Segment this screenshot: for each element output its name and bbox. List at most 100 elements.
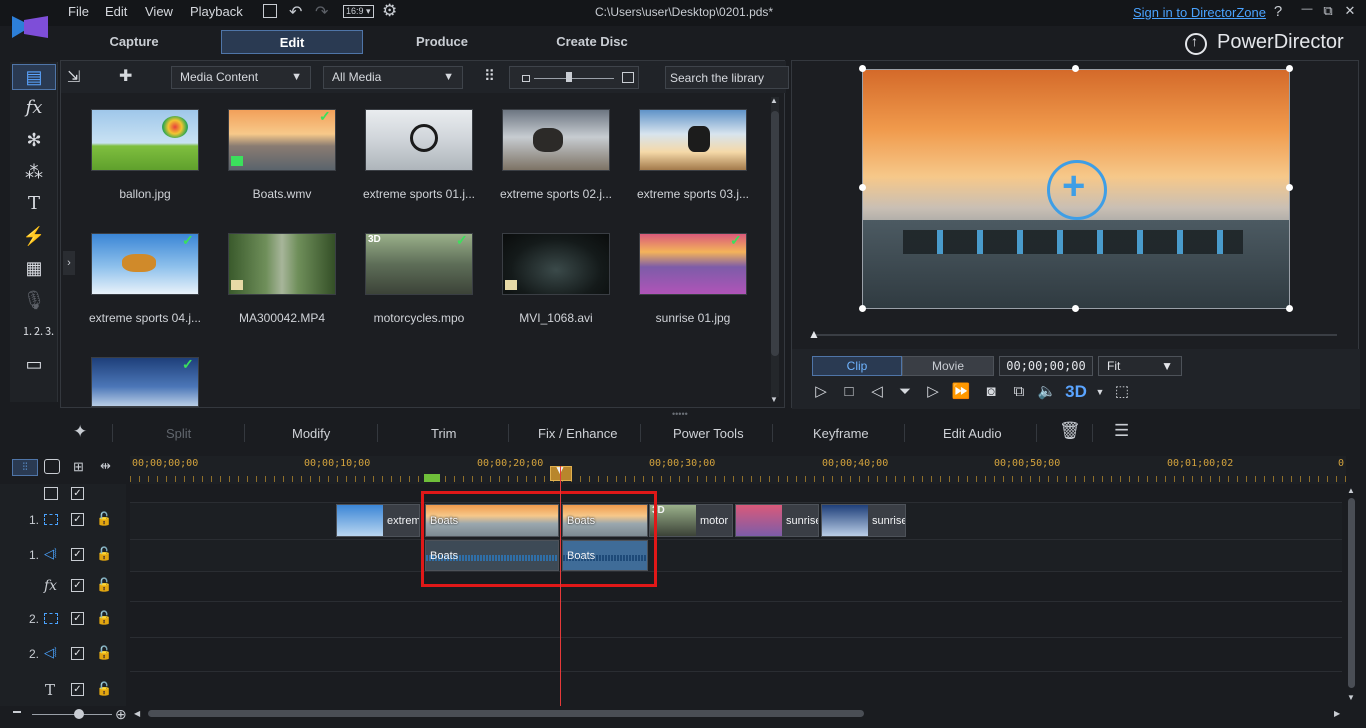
media-filter-dropdown[interactable]: All Media ▼ [323, 66, 463, 89]
expand-panel-button[interactable]: › [63, 251, 75, 275]
restore-button[interactable]: ⧉ [1318, 3, 1338, 19]
movie-mode-button[interactable]: Movie [902, 356, 994, 376]
split-button[interactable]: Split [166, 426, 191, 441]
lock-icon[interactable]: 🔓 [96, 645, 112, 661]
media-thumb-sunrise-01[interactable]: ✓ [639, 232, 747, 295]
view-mode-grid-icon[interactable]: ⠿ [484, 67, 495, 85]
chapter-room-icon[interactable]: ⒈⒉⒊ [22, 320, 55, 344]
settings-gear-icon[interactable]: ⚙ [382, 1, 397, 21]
split-marker-icon[interactable]: ⏷ [893, 381, 917, 403]
timeline-horizontal-scrollbar[interactable] [148, 710, 864, 717]
title-track-checkbox[interactable]: ✓ [71, 683, 84, 696]
pip-room-icon[interactable]: ✻ [22, 128, 46, 152]
all-tracks-icon[interactable] [44, 487, 58, 500]
undo-icon[interactable]: ↶ [289, 2, 302, 22]
timecode-display[interactable]: 00;00;00;00 [999, 356, 1093, 376]
media-thumb-extreme-02[interactable] [502, 109, 610, 171]
tab-produce[interactable]: Produce [402, 30, 482, 54]
media-room-icon[interactable]: ▤ [22, 65, 46, 89]
aspect-ratio-icon[interactable]: 16:9 ▾ [343, 5, 374, 18]
import-media-icon[interactable]: ⇲ [67, 67, 80, 87]
playhead-line[interactable] [560, 466, 561, 706]
fx-room-icon[interactable]: fx [22, 96, 46, 120]
clip-mode-button[interactable]: Clip [812, 356, 902, 376]
keyframe-button[interactable]: Keyframe [813, 426, 869, 441]
fix-enhance-button[interactable]: Fix / Enhance [538, 426, 618, 441]
thumbnail-size-slider[interactable] [509, 66, 639, 89]
audio-track-1-checkbox[interactable]: ✓ [71, 548, 84, 561]
menu-playback[interactable]: Playback [190, 4, 243, 19]
edit-audio-button[interactable]: Edit Audio [943, 426, 1002, 441]
timeline-clip-sunrise-1[interactable]: sunrise [735, 504, 819, 537]
timeline-clip-sunrise-2[interactable]: sunrise [821, 504, 906, 537]
menu-file[interactable]: File [68, 4, 89, 19]
media-thumb-ballon[interactable] [91, 109, 199, 171]
resize-handle[interactable] [859, 184, 866, 191]
play-icon[interactable]: ▷ [809, 381, 833, 403]
media-thumb-extreme-03[interactable] [639, 109, 747, 171]
plugin-icon[interactable]: ✚ [119, 66, 132, 86]
media-thumb-extreme-04[interactable]: ✓ [91, 232, 199, 295]
seek-slider-knob[interactable]: ▲ [808, 327, 820, 341]
resize-handle[interactable] [1286, 184, 1293, 191]
all-tracks-checkbox[interactable]: ✓ [71, 487, 84, 500]
help-button[interactable]: ? [1268, 3, 1288, 20]
audio-track-1-lane[interactable] [130, 540, 1342, 571]
scroll-down-arrow-icon[interactable]: ▼ [770, 395, 778, 404]
resize-handle[interactable] [1286, 65, 1293, 72]
fx-track-checkbox[interactable]: ✓ [71, 579, 84, 592]
more-features-icon[interactable]: ☰ [1114, 421, 1129, 441]
power-tools-button[interactable]: Power Tools [673, 426, 744, 441]
timeline-view-icon[interactable]: ⫶⫶ [12, 459, 38, 476]
redo-icon[interactable]: ↷ [315, 2, 328, 22]
fit-timeline-icon[interactable]: ⇹ [100, 458, 111, 474]
scroll-right-arrow-icon[interactable]: ▶ [1334, 709, 1340, 718]
scroll-up-arrow-icon[interactable]: ▲ [1347, 486, 1355, 495]
voiceover-room-icon[interactable]: 🎙 [22, 288, 46, 312]
minimize-button[interactable]: — [1297, 3, 1317, 15]
resize-handle[interactable] [1072, 305, 1079, 312]
search-library-input[interactable] [665, 66, 789, 89]
media-thumb-sunrise-02[interactable]: ✓ [91, 356, 199, 407]
magic-tools-icon[interactable]: ✦ [73, 422, 87, 442]
3d-dropdown-chevron-icon[interactable]: ▼ [1088, 381, 1112, 403]
zoom-slider-track[interactable] [32, 714, 112, 715]
media-thumb-extreme-01[interactable] [365, 109, 473, 171]
timeline-clip-motorcycles[interactable]: 3D motor [649, 504, 733, 537]
undock-preview-icon[interactable]: ⬚ [1110, 381, 1134, 403]
media-thumb-ma300042[interactable] [228, 233, 336, 295]
fast-forward-icon[interactable]: ⏩ [949, 381, 973, 403]
audio-mixing-room-icon[interactable]: ▦ [22, 256, 46, 280]
preview-seek-bar[interactable] [812, 334, 1337, 336]
video-track-2-checkbox[interactable]: ✓ [71, 612, 84, 625]
sign-in-link[interactable]: Sign in to DirectorZone [1133, 5, 1266, 20]
trash-icon[interactable]: 🗑 [1059, 421, 1081, 441]
3d-mode-button[interactable]: 3D [1064, 381, 1088, 403]
menu-view[interactable]: View [145, 4, 173, 19]
zoom-in-icon[interactable]: ⊕ [115, 706, 127, 723]
stop-icon[interactable]: □ [837, 381, 861, 403]
title-room-icon[interactable]: T [22, 192, 46, 216]
audio-track-2-checkbox[interactable]: ✓ [71, 647, 84, 660]
save-icon[interactable] [263, 4, 277, 18]
lock-icon[interactable]: 🔓 [96, 546, 112, 562]
zoom-fit-dropdown[interactable]: Fit ▼ [1098, 356, 1182, 376]
media-thumb-mvi1068[interactable] [502, 233, 610, 295]
preview-quality-icon[interactable]: ⧉ [1007, 381, 1031, 403]
close-button[interactable]: ✕ [1340, 3, 1360, 19]
media-thumb-boats[interactable]: ✓ [228, 108, 336, 171]
tab-capture[interactable]: Capture [95, 30, 173, 54]
subtitle-room-icon[interactable]: ▭ [22, 352, 46, 376]
storyboard-view-icon[interactable] [44, 459, 60, 474]
media-thumb-motorcycles[interactable]: ✓ 3D [365, 232, 473, 295]
transition-room-icon[interactable]: ⚡ [22, 224, 46, 248]
next-frame-icon[interactable]: ▷ [921, 381, 945, 403]
particle-room-icon[interactable]: ⁂ [22, 160, 46, 184]
lock-icon[interactable]: 🔓 [96, 511, 112, 527]
volume-icon[interactable]: 🔈 [1035, 381, 1059, 403]
preview-frame[interactable]: + [862, 69, 1290, 309]
track-manager-icon[interactable]: ⊞ [73, 459, 84, 475]
menu-edit[interactable]: Edit [105, 4, 127, 19]
trim-button[interactable]: Trim [431, 426, 457, 441]
tab-create-disc[interactable]: Create Disc [545, 30, 639, 54]
